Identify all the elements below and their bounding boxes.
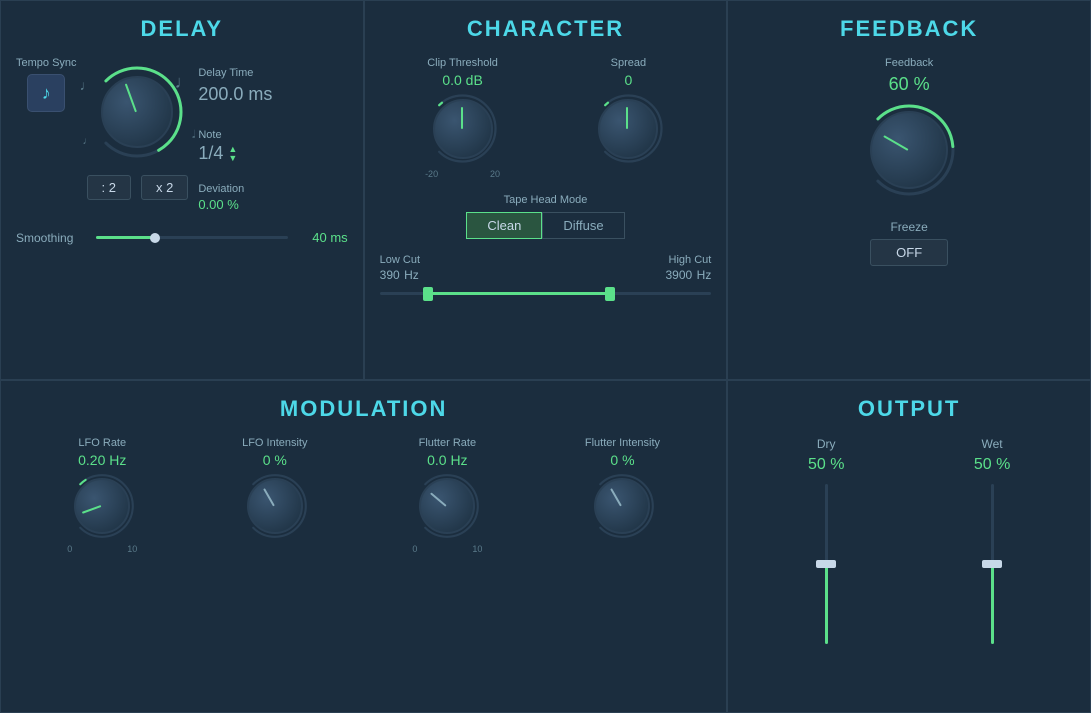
delay-time-value: 200.0 ms: [198, 84, 272, 105]
eq-thumb-high[interactable]: [605, 287, 615, 301]
flutter-intensity-knob[interactable]: [587, 471, 657, 541]
lfo-range-low: 0: [67, 544, 72, 554]
output-section: OUTPUT Dry 50 % Wet 50 %: [727, 380, 1091, 713]
wet-fader[interactable]: [991, 484, 994, 644]
lfo-intensity-label: LFO Intensity: [242, 437, 307, 449]
eq-slider[interactable]: [380, 292, 712, 295]
high-cut-value: 3900 Hz: [666, 266, 712, 284]
lfo-rate-knob[interactable]: [67, 471, 137, 541]
divide-button[interactable]: : 2: [87, 175, 131, 200]
music-note-icon: ♪: [42, 83, 51, 104]
tape-head-label: Tape Head Mode: [380, 194, 712, 206]
deviation-value: 0.00 %: [198, 197, 244, 212]
dry-label: Dry: [817, 437, 836, 451]
multiply-button[interactable]: x 2: [141, 175, 188, 200]
mode-clean-button[interactable]: Clean: [466, 212, 542, 239]
high-cut-label: High Cut: [666, 254, 712, 266]
wet-value: 50 %: [974, 456, 1010, 474]
deviation-label: Deviation: [198, 183, 244, 195]
flutter-range-high: 10: [472, 544, 482, 554]
lfo-intensity-knob[interactable]: [240, 471, 310, 541]
delay-time-label: Delay Time: [198, 67, 253, 79]
clip-range-high: 20: [490, 169, 500, 179]
note-spinner[interactable]: ▲ ▼: [228, 145, 237, 163]
lfo-rate-label: LFO Rate: [78, 437, 126, 449]
feedback-title: FEEDBACK: [743, 16, 1075, 42]
smoothing-label: Smoothing: [16, 231, 86, 245]
character-title: CHARACTER: [380, 16, 712, 42]
wet-fader-group: Wet 50 %: [974, 437, 1010, 649]
eq-thumb-low[interactable]: [423, 287, 433, 301]
tempo-sync-label: Tempo Sync: [16, 57, 77, 69]
note-deco-3: 𝅗𝅥: [192, 129, 196, 142]
smoothing-slider[interactable]: [96, 236, 288, 239]
dry-fader[interactable]: [825, 484, 828, 644]
low-cut-unit: Hz: [404, 268, 419, 282]
clip-threshold-knob[interactable]: [425, 91, 500, 166]
freeze-label: Freeze: [890, 220, 927, 234]
tempo-sync-button[interactable]: ♪: [27, 74, 65, 112]
flutter-rate-knob[interactable]: [412, 471, 482, 541]
mode-diffuse-button[interactable]: Diffuse: [542, 212, 624, 239]
clip-range-low: -20: [425, 169, 438, 179]
dry-fader-group: Dry 50 %: [808, 437, 844, 649]
modulation-title: MODULATION: [16, 396, 711, 422]
low-cut-label: Low Cut: [380, 254, 420, 266]
clip-threshold-group: Clip Threshold 0.0 dB -20 20: [425, 57, 500, 179]
flutter-rate-group: Flutter Rate 0.0 Hz 0 10: [412, 437, 482, 554]
output-title: OUTPUT: [743, 396, 1075, 422]
low-cut-value: 390 Hz: [380, 266, 420, 284]
character-section: CHARACTER Clip Threshold 0.0 dB: [364, 0, 728, 380]
clip-threshold-label: Clip Threshold: [427, 57, 498, 69]
dry-value: 50 %: [808, 456, 844, 474]
delay-title: DELAY: [16, 16, 348, 42]
flutter-rate-label: Flutter Rate: [419, 437, 476, 449]
flutter-intensity-group: Flutter Intensity 0 %: [585, 437, 660, 541]
lfo-intensity-group: LFO Intensity 0 %: [240, 437, 310, 541]
feedback-section: FEEDBACK Feedback 60 % Freeze OFF: [727, 0, 1091, 380]
wet-label: Wet: [982, 437, 1003, 451]
freeze-button[interactable]: OFF: [870, 239, 948, 266]
feedback-label: Feedback: [885, 57, 933, 69]
flutter-intensity-label: Flutter Intensity: [585, 437, 660, 449]
modulation-section: MODULATION LFO Rate 0.20 Hz: [0, 380, 727, 713]
lfo-rate-group: LFO Rate 0.20 Hz 0 10: [67, 437, 137, 554]
smoothing-value: 40 ms: [298, 230, 348, 245]
note-label: Note: [198, 129, 221, 141]
delay-section: DELAY Tempo Sync ♪: [0, 0, 364, 380]
spread-label: Spread: [611, 57, 646, 69]
spread-knob[interactable]: [591, 91, 666, 166]
flutter-range-low: 0: [412, 544, 417, 554]
high-cut-unit: Hz: [697, 268, 712, 282]
note-value: 1/4: [198, 143, 223, 164]
dry-thumb[interactable]: [816, 560, 836, 568]
feedback-knob[interactable]: [859, 100, 959, 200]
spread-group: Spread 0: [591, 57, 666, 179]
delay-time-knob[interactable]: ♩ ♩ 𝅗𝅥 ♩: [87, 62, 187, 162]
wet-thumb[interactable]: [982, 560, 1002, 568]
lfo-range-high: 10: [127, 544, 137, 554]
spinner-down[interactable]: ▼: [228, 154, 237, 163]
